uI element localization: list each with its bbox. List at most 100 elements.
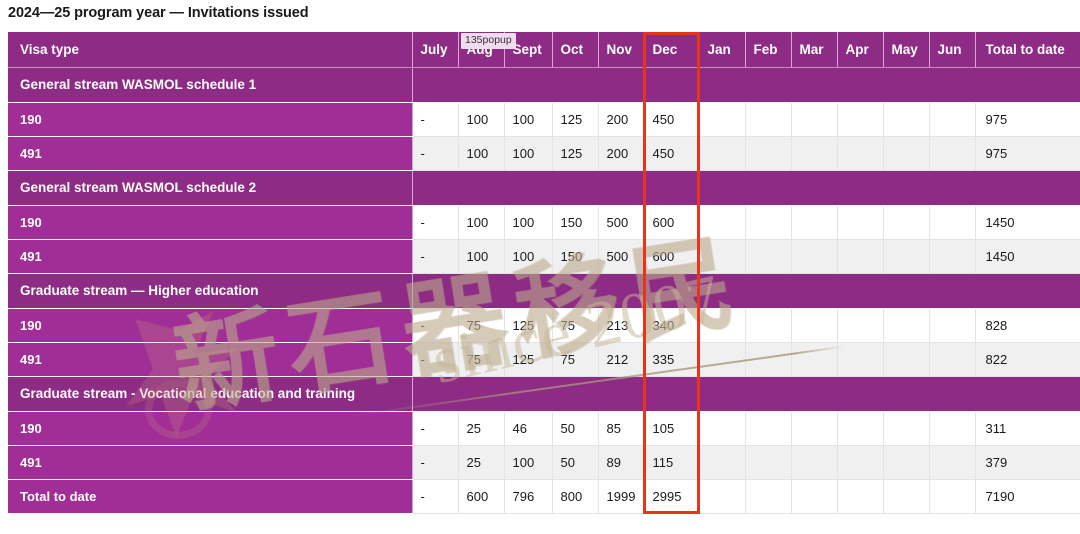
cell-apr	[837, 411, 884, 446]
col-header-mar[interactable]: Mar	[791, 32, 838, 68]
cell-apr	[837, 445, 884, 480]
section-header-label: General stream WASMOL schedule 2	[8, 170, 413, 206]
col-header-dec[interactable]: Dec	[644, 32, 700, 68]
cell-sept: 125	[504, 308, 553, 343]
cell-apr	[837, 342, 884, 377]
cell-july: -	[412, 205, 459, 240]
cell-jan	[699, 102, 746, 137]
row-label-visa-type: 190	[8, 308, 413, 343]
cell-mar	[791, 136, 838, 171]
cell-july: -	[412, 136, 459, 171]
cell-sept: 100	[504, 205, 553, 240]
cell-jan	[699, 308, 746, 343]
row-label-visa-type: 491	[8, 239, 413, 274]
cell-total-to-date: 379	[975, 445, 1080, 480]
section-header-filler	[412, 67, 1080, 103]
cell-total-to-date: 975	[975, 136, 1080, 171]
cell-feb	[745, 239, 792, 274]
table-body: General stream WASMOL schedule 1 190-100 1…	[8, 67, 1080, 514]
page-title: 2024—25 program year — Invitations issue…	[8, 5, 309, 21]
invitations-table-wrapper: Visa type July Aug Sept Oct Nov Dec Jan …	[8, 32, 1080, 514]
cell-may	[883, 239, 930, 274]
col-header-visa-type[interactable]: Visa type	[8, 32, 413, 68]
cell-dec: 115	[644, 445, 700, 480]
cell-feb	[745, 411, 792, 446]
row-label-visa-type: 190	[8, 102, 413, 137]
cell-feb	[745, 205, 792, 240]
table-total-row: Total to date -600 796 800 1999 2995 7190	[8, 479, 1080, 514]
col-header-july[interactable]: July	[412, 32, 459, 68]
row-label-visa-type: 491	[8, 136, 413, 171]
cell-nov: 85	[598, 411, 645, 446]
cell-aug: 100	[458, 205, 505, 240]
cell-aug: 75	[458, 308, 505, 343]
section-header-label: General stream WASMOL schedule 1	[8, 67, 413, 103]
col-header-feb[interactable]: Feb	[745, 32, 792, 68]
cell-apr	[837, 239, 884, 274]
cell-aug: 100	[458, 136, 505, 171]
cell-sept: 125	[504, 342, 553, 377]
cell-aug: 75	[458, 342, 505, 377]
cell-total-to-date: 1450	[975, 205, 1080, 240]
cell-oct: 50	[552, 445, 599, 480]
cell-sept: 796	[504, 479, 553, 514]
col-header-jan[interactable]: Jan	[699, 32, 746, 68]
cell-jun	[929, 479, 976, 514]
col-header-apr[interactable]: Apr	[837, 32, 884, 68]
cell-jun	[929, 411, 976, 446]
cell-oct: 75	[552, 342, 599, 377]
table-section-header-row: Graduate stream — Higher education	[8, 273, 1080, 309]
cell-july: -	[412, 479, 459, 514]
cell-oct: 150	[552, 205, 599, 240]
col-header-total-to-date[interactable]: Total to date	[975, 32, 1080, 68]
cell-jun	[929, 205, 976, 240]
popup-badge[interactable]: 135popup	[461, 33, 516, 49]
cell-may	[883, 411, 930, 446]
section-header-label: Graduate stream — Higher education	[8, 273, 413, 309]
cell-jan	[699, 205, 746, 240]
cell-dec: 2995	[644, 479, 700, 514]
cell-july: -	[412, 102, 459, 137]
cell-mar	[791, 239, 838, 274]
cell-mar	[791, 479, 838, 514]
cell-oct: 800	[552, 479, 599, 514]
section-header-label: Graduate stream - Vocational education a…	[8, 376, 413, 412]
cell-may	[883, 445, 930, 480]
col-header-may[interactable]: May	[883, 32, 930, 68]
row-label-visa-type: 190	[8, 411, 413, 446]
col-header-oct[interactable]: Oct	[552, 32, 599, 68]
section-header-filler	[412, 376, 1080, 412]
table-section-header-row: General stream WASMOL schedule 2	[8, 170, 1080, 206]
cell-jun	[929, 308, 976, 343]
row-label-visa-type: Total to date	[8, 479, 413, 514]
cell-sept: 100	[504, 445, 553, 480]
table-row: 190-100 100 125 200 450 975	[8, 102, 1080, 137]
col-header-nov[interactable]: Nov	[598, 32, 645, 68]
table-section-header-row: Graduate stream - Vocational education a…	[8, 376, 1080, 412]
cell-aug: 100	[458, 239, 505, 274]
cell-jan	[699, 342, 746, 377]
cell-jan	[699, 136, 746, 171]
cell-apr	[837, 136, 884, 171]
cell-sept: 100	[504, 102, 553, 137]
cell-feb	[745, 102, 792, 137]
cell-sept: 100	[504, 136, 553, 171]
cell-feb	[745, 479, 792, 514]
col-header-jun[interactable]: Jun	[929, 32, 976, 68]
cell-aug: 25	[458, 445, 505, 480]
cell-oct: 125	[552, 102, 599, 137]
cell-july: -	[412, 308, 459, 343]
cell-dec: 600	[644, 205, 700, 240]
cell-nov: 200	[598, 136, 645, 171]
cell-mar	[791, 342, 838, 377]
cell-sept: 100	[504, 239, 553, 274]
cell-jan	[699, 445, 746, 480]
cell-may	[883, 479, 930, 514]
cell-may	[883, 205, 930, 240]
table-head: Visa type July Aug Sept Oct Nov Dec Jan …	[8, 32, 1080, 68]
cell-may	[883, 308, 930, 343]
cell-nov: 1999	[598, 479, 645, 514]
table-row: 491-25 100 50 89 115 379	[8, 445, 1080, 480]
cell-jan	[699, 411, 746, 446]
cell-nov: 89	[598, 445, 645, 480]
